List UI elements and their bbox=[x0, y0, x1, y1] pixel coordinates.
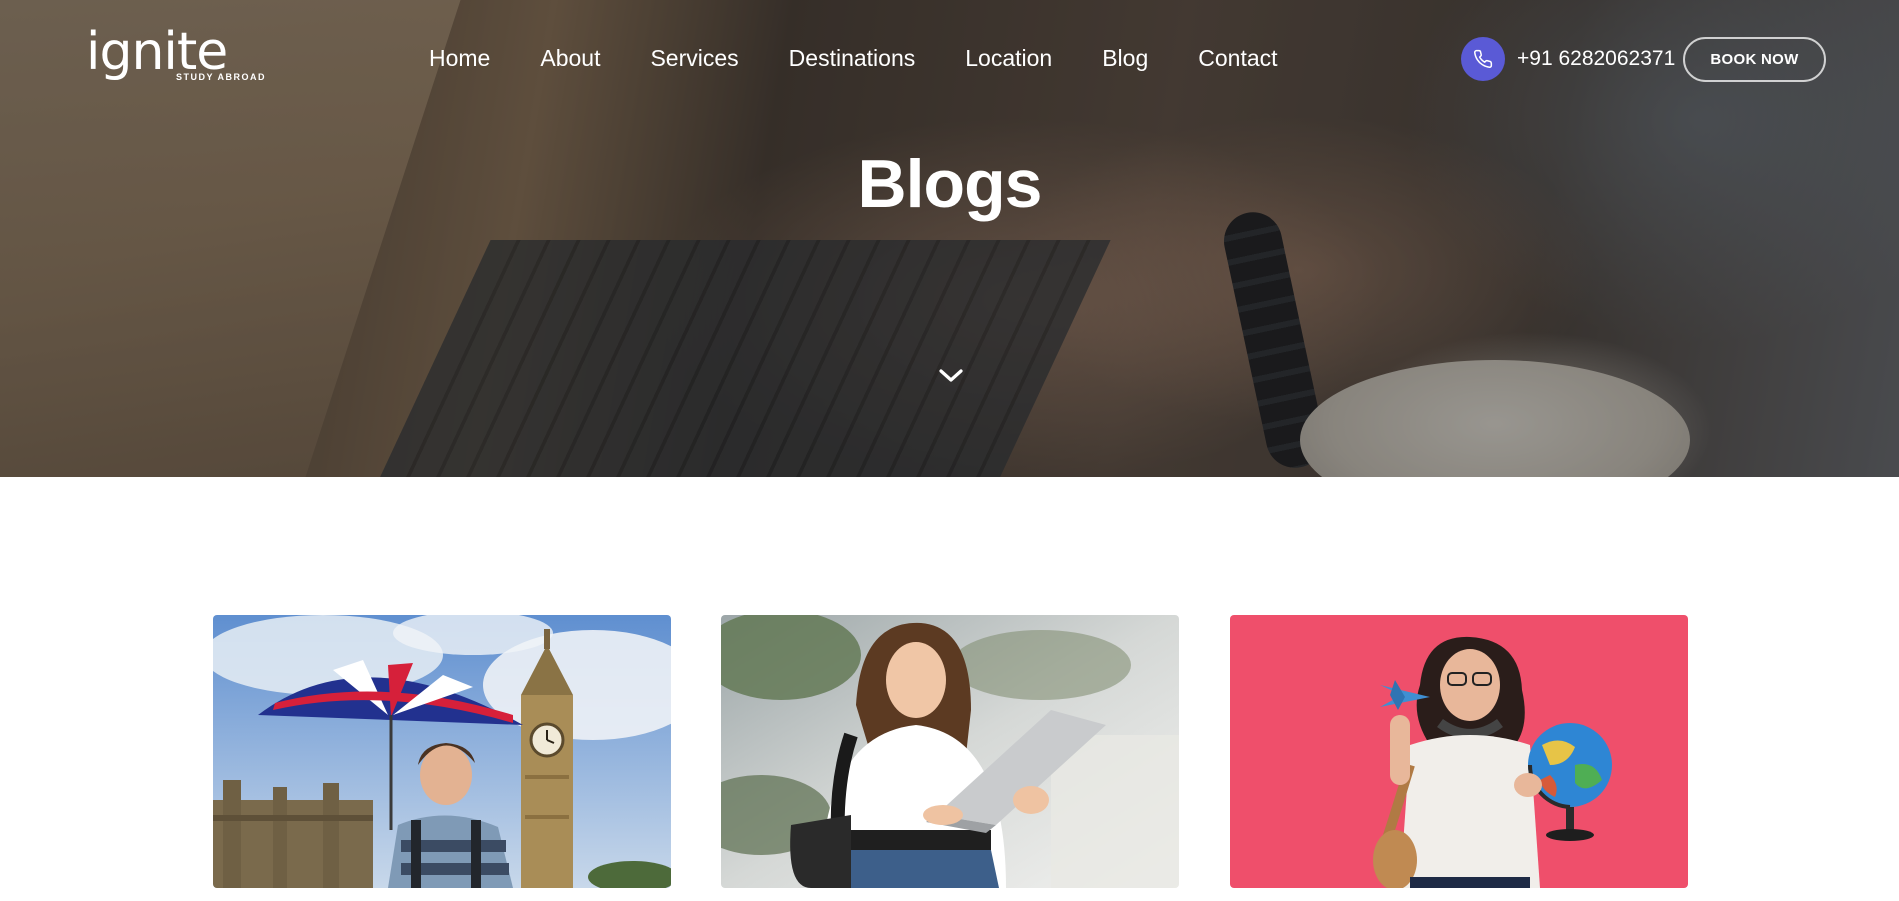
scroll-down-button[interactable] bbox=[935, 364, 967, 388]
blog-image-london bbox=[213, 615, 671, 888]
main-nav: Home About Services Destinations Locatio… bbox=[429, 44, 1328, 72]
nav-item-services[interactable]: Services bbox=[650, 44, 738, 72]
book-now-button[interactable]: BOOK NOW bbox=[1683, 37, 1826, 82]
blog-image-student-laptop bbox=[721, 615, 1179, 888]
nav-item-blog[interactable]: Blog bbox=[1102, 44, 1148, 72]
chevron-down-icon bbox=[939, 369, 963, 382]
site-header: Ignite STUDY ABROAD Home About Services … bbox=[0, 0, 1899, 120]
page-title: Blogs bbox=[857, 146, 1043, 222]
nav-item-location[interactable]: Location bbox=[965, 44, 1052, 72]
nav-item-contact[interactable]: Contact bbox=[1198, 44, 1277, 72]
logo-tagline: STUDY ABROAD bbox=[176, 72, 267, 82]
nav-item-destinations[interactable]: Destinations bbox=[789, 44, 916, 72]
phone-icon bbox=[1461, 37, 1505, 81]
nav-item-home[interactable]: Home bbox=[429, 44, 490, 72]
nav-item-about[interactable]: About bbox=[540, 44, 600, 72]
blog-image-globe bbox=[1230, 615, 1688, 888]
header-phone[interactable]: +91 6282062371 bbox=[1461, 37, 1675, 81]
blog-list bbox=[213, 615, 1688, 901]
blog-card-image-student-laptop[interactable] bbox=[721, 615, 1179, 888]
phone-number: +91 6282062371 bbox=[1517, 47, 1676, 70]
blog-card-image-globe[interactable] bbox=[1230, 615, 1688, 888]
site-logo[interactable]: Ignite STUDY ABROAD bbox=[86, 22, 265, 84]
blog-card-image-london[interactable] bbox=[213, 615, 671, 888]
logo-wordmark: Ignite bbox=[86, 22, 228, 82]
